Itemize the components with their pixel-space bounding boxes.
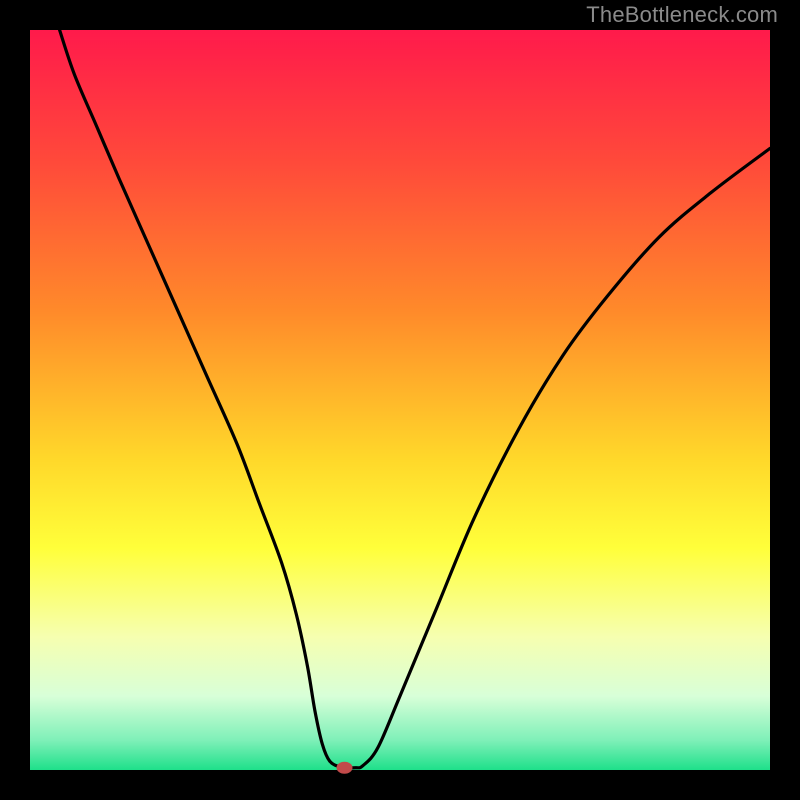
plot-background — [30, 30, 770, 770]
chart-container: { "watermark": "TheBottleneck.com", "cha… — [0, 0, 800, 800]
bottleneck-chart — [0, 0, 800, 800]
optimal-point-marker — [337, 762, 353, 774]
